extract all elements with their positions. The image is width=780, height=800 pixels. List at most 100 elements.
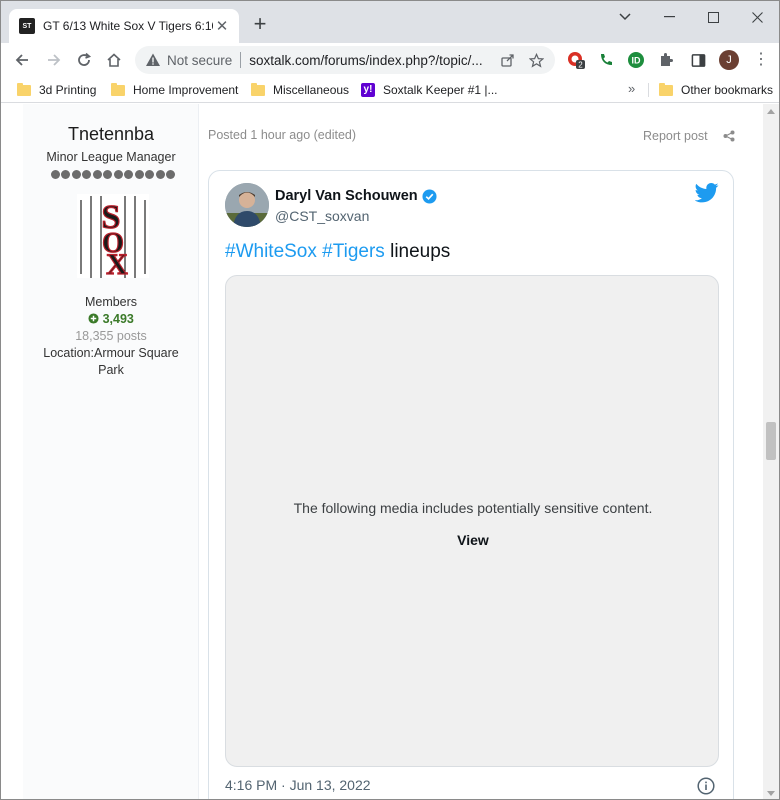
scroll-up-arrow-icon[interactable] (767, 109, 775, 114)
scrollbar-thumb[interactable] (766, 422, 776, 460)
author-name[interactable]: Tnetennba (23, 124, 199, 145)
omnibox-divider (240, 52, 242, 68)
extensions-puzzle-icon[interactable] (657, 51, 675, 69)
tweet-handle[interactable]: @CST_soxvan (275, 208, 369, 224)
tab-strip: ST GT 6/13 White Sox V Tigers 6:10 ✕ + (1, 1, 779, 43)
side-panel-icon[interactable] (689, 51, 707, 69)
browser-window: ST GT 6/13 White Sox V Tigers 6:10 ✕ + N… (0, 0, 780, 800)
hashtag-tigers[interactable]: #Tigers (322, 241, 385, 262)
tab-close-icon[interactable]: ✕ (213, 17, 231, 35)
security-label: Not secure (167, 52, 233, 68)
maximize-button[interactable] (691, 1, 735, 33)
reputation-value: 3,493 (102, 312, 134, 326)
bookmark-soxtalk-keeper[interactable]: y! Soxtalk Keeper #1 |... (361, 81, 498, 99)
address-bar[interactable]: Not secure soxtalk.com/forums/index.php?… (135, 46, 555, 74)
author-location-line1: Location:Armour Square (43, 346, 179, 360)
rank-pip (103, 170, 113, 179)
post-author-panel: Tnetennba Minor League Manager S O X Mem… (23, 104, 199, 799)
scroll-down-arrow-icon[interactable] (767, 791, 775, 796)
embedded-tweet[interactable]: Daryl Van Schouwen @CST_soxvan #WhiteSox… (208, 170, 734, 799)
soxtalk-favicon-icon: ST (19, 18, 35, 34)
back-arrow-icon (15, 54, 28, 66)
rank-pip (61, 170, 71, 179)
svg-text:ID: ID (632, 56, 642, 66)
bookmark-3d-printing[interactable]: 3d Printing (17, 81, 96, 99)
rank-pip (71, 170, 81, 179)
rank-pip (134, 170, 144, 179)
reload-button[interactable] (71, 47, 97, 73)
folder-icon (251, 82, 265, 96)
rank-pip (51, 170, 60, 179)
rank-pip (155, 170, 165, 179)
tab-active[interactable]: ST GT 6/13 White Sox V Tigers 6:10 ✕ (9, 9, 239, 43)
bookmarks-overflow-button[interactable]: » (628, 81, 635, 96)
reload-icon (78, 52, 92, 66)
verified-badge-icon (422, 188, 437, 204)
folder-icon (111, 82, 125, 96)
url-text: soxtalk.com/forums/index.php?/topic/... (249, 52, 483, 68)
minimize-button[interactable] (647, 1, 691, 33)
home-button[interactable] (101, 47, 127, 73)
author-title: Minor League Manager (46, 150, 176, 164)
other-bookmarks[interactable]: Other bookmarks (659, 81, 773, 99)
bookmark-label: Soxtalk Keeper #1 |... (383, 83, 498, 97)
reputation-badge: 3,493 (23, 311, 199, 328)
tweet-timestamp[interactable]: 4:16 PM · Jun 13, 2022 (225, 777, 371, 793)
extension-badge: 2 (578, 61, 583, 70)
post-timestamp[interactable]: Posted 1 hour ago (edited) (208, 128, 356, 142)
folder-icon (659, 82, 673, 96)
post-count: 18,355 posts (75, 329, 147, 343)
tweet-author-name[interactable]: Daryl Van Schouwen (275, 188, 437, 204)
twitter-bird-icon[interactable] (695, 183, 719, 203)
share-page-icon[interactable] (499, 51, 517, 69)
share-icon[interactable] (723, 130, 735, 142)
extension-green-circle-icon[interactable]: ID (627, 51, 645, 69)
rank-pips (51, 170, 175, 180)
tweet-text-rest: lineups (384, 241, 451, 262)
bookmark-home-improvement[interactable]: Home Improvement (111, 81, 238, 99)
forward-arrow-icon (48, 54, 61, 66)
bookmark-miscellaneous[interactable]: Miscellaneous (251, 81, 349, 99)
author-location-line2: Park (98, 363, 124, 377)
home-icon (107, 53, 121, 67)
new-tab-button[interactable]: + (247, 12, 273, 38)
page-scrollbar[interactable] (763, 104, 779, 799)
bookmark-star-icon[interactable] (527, 51, 545, 69)
info-icon[interactable] (697, 777, 715, 795)
yahoo-icon: y! (361, 83, 375, 97)
bookmark-label: 3d Printing (39, 83, 97, 97)
back-button[interactable] (9, 47, 35, 73)
rank-pip (92, 170, 102, 179)
rank-pip (82, 170, 92, 179)
close-window-button[interactable] (735, 1, 779, 33)
hashtag-whitesox[interactable]: #WhiteSox (225, 241, 317, 262)
tab-title: GT 6/13 White Sox V Tigers 6:10 (43, 19, 213, 33)
rank-pip (124, 170, 134, 179)
forward-button[interactable] (41, 47, 67, 73)
view-media-button[interactable]: View (226, 532, 720, 548)
member-group: Members (84, 295, 138, 309)
rank-pip (145, 170, 155, 179)
tweet-display-name: Daryl Van Schouwen (275, 188, 418, 204)
profile-avatar[interactable]: J (719, 50, 739, 70)
bookmarks-bar: 3d Printing Home Improvement Miscellaneo… (1, 77, 779, 103)
tab-search-chevron-icon[interactable] (603, 1, 647, 33)
sensitive-media-placeholder: The following media includes potentially… (225, 275, 719, 767)
tweet-author-avatar[interactable] (225, 183, 269, 227)
folder-icon (17, 82, 31, 96)
sensitive-media-warning: The following media includes potentially… (293, 500, 653, 516)
browser-menu-icon[interactable]: ⋮ (753, 49, 769, 71)
tweet-text: #WhiteSox #Tigers lineups (225, 241, 450, 263)
author-stats: Members 3,493 18,355 posts Location:Armo… (23, 294, 199, 379)
extension-adblock-icon[interactable]: 2 (567, 51, 585, 69)
bookmark-label: Miscellaneous (273, 83, 350, 97)
bookmark-label: Home Improvement (133, 83, 239, 97)
extension-phone-icon[interactable] (597, 51, 615, 69)
warning-icon (146, 53, 160, 66)
browser-toolbar: Not secure soxtalk.com/forums/index.php?… (1, 43, 779, 77)
rank-pip (113, 170, 123, 179)
white-sox-logo-avatar[interactable]: S O X (77, 194, 149, 278)
svg-text:X: X (106, 248, 128, 278)
report-post-link[interactable]: Report post (643, 129, 708, 143)
bookmark-label: Other bookmarks (681, 83, 774, 97)
